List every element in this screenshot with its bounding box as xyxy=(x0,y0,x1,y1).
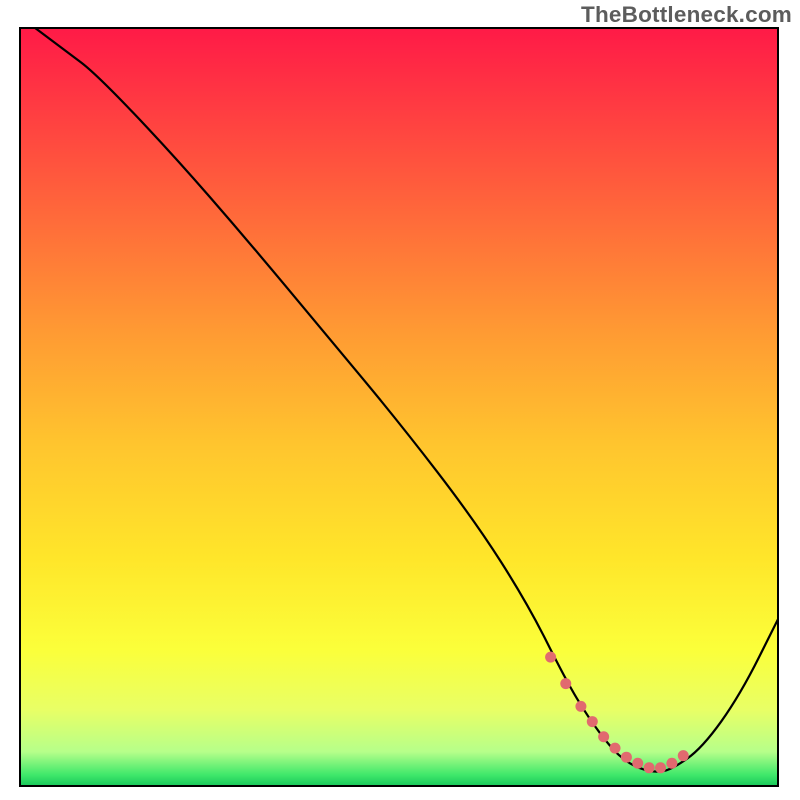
bottleneck-chart xyxy=(0,0,800,800)
optimal-dot xyxy=(575,701,586,712)
gradient-background xyxy=(20,28,778,786)
optimal-dot xyxy=(644,762,655,773)
optimal-dot xyxy=(610,743,621,754)
optimal-dot xyxy=(587,716,598,727)
optimal-dot xyxy=(655,762,666,773)
watermark-text: TheBottleneck.com xyxy=(581,2,792,28)
optimal-dot xyxy=(678,750,689,761)
optimal-dot xyxy=(545,652,556,663)
optimal-dot xyxy=(632,758,643,769)
chart-stage: TheBottleneck.com xyxy=(0,0,800,800)
optimal-dot xyxy=(598,731,609,742)
optimal-dot xyxy=(621,752,632,763)
optimal-dot xyxy=(666,758,677,769)
optimal-dot xyxy=(560,678,571,689)
